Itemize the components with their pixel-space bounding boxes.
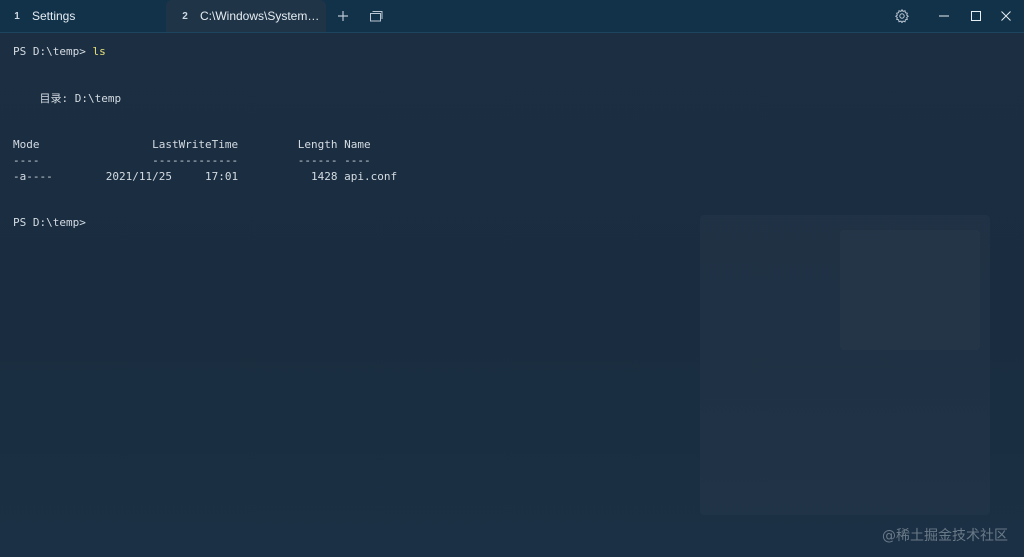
column-header-line: Mode LastWriteTime Length Name [13, 138, 371, 151]
file-row: -a---- 2021/11/25 17:01 1428 api.conf [13, 170, 398, 183]
tab-settings[interactable]: 1 Settings [0, 0, 164, 32]
minimize-icon [939, 15, 949, 17]
title-bar: 1 Settings 2 C:\Windows\System32... [0, 0, 1024, 33]
new-tab-button[interactable] [331, 4, 355, 28]
maximize-icon [971, 11, 981, 21]
watermark: @稀土掘金技术社区 [882, 528, 1008, 544]
prompt: PS D:\temp> [13, 45, 93, 58]
close-button[interactable] [988, 0, 1024, 32]
plus-icon [338, 11, 348, 21]
tab-command-prompt[interactable]: 2 C:\Windows\System32... [166, 0, 326, 32]
tab-dropdown-button[interactable] [364, 4, 388, 28]
tab-number: 1 [14, 10, 20, 22]
minimize-button[interactable] [926, 0, 962, 32]
tab-title: C:\Windows\System32... [200, 9, 320, 23]
prompt-line: PS D:\temp> [13, 216, 86, 229]
background-glow [840, 230, 980, 350]
directory-line: 目录: D:\temp [13, 92, 122, 105]
tab-number: 2 [182, 10, 188, 22]
column-separator-line: ---- ------------- ------ ---- [13, 154, 371, 167]
terminal-window: 1 Settings 2 C:\Windows\System32... PS D… [0, 0, 1024, 557]
tab-title: Settings [32, 9, 76, 23]
prompt-line: PS D:\temp> ls [13, 44, 106, 60]
gear-icon [895, 9, 909, 23]
tab-dropdown-icon [370, 11, 383, 22]
close-icon [1001, 11, 1011, 21]
settings-button[interactable] [890, 4, 914, 28]
command: ls [92, 45, 106, 58]
